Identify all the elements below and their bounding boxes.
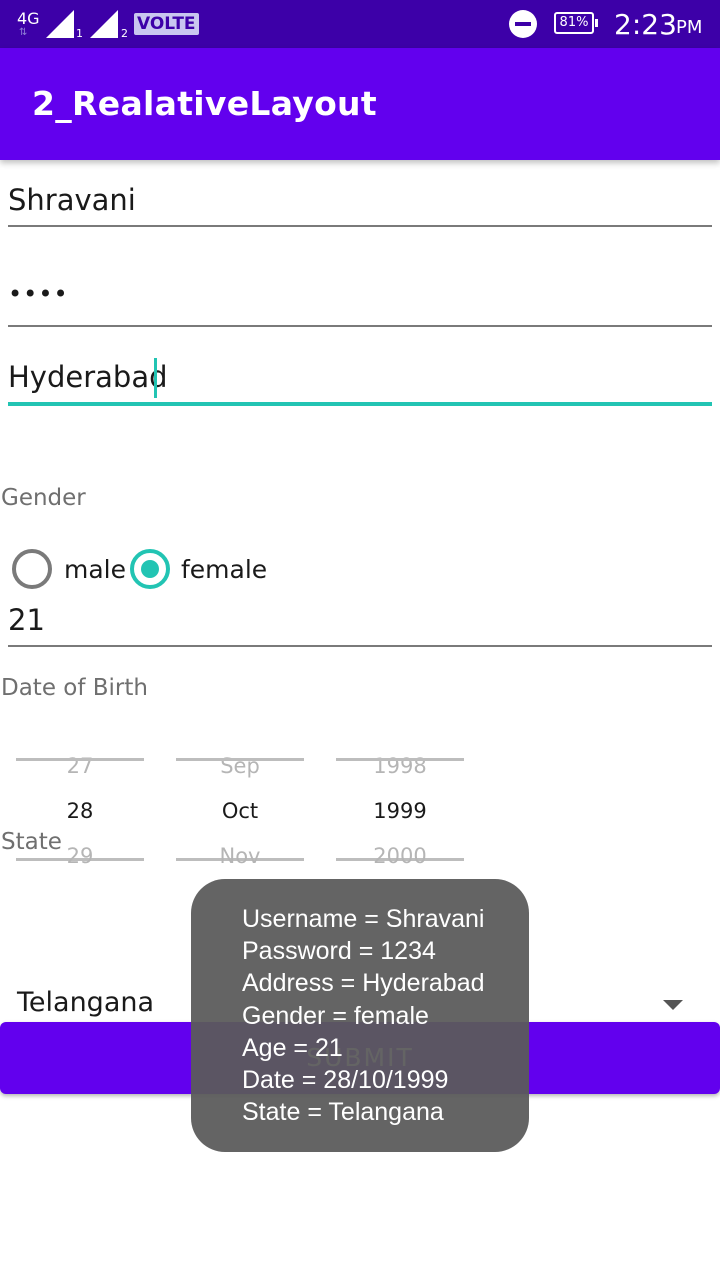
address-input[interactable]: Hyderabad (8, 358, 712, 398)
toast-line-age: Age = 21 (242, 1033, 343, 1062)
year-next[interactable]: 2000 (336, 844, 464, 868)
sim2-label: 2 (121, 27, 128, 40)
month-next[interactable]: Nov (176, 844, 304, 868)
battery-percent: 81% (559, 15, 589, 30)
status-bar: 4G ⇅ 1 2 VOLTE 81% 2:23 PM (0, 0, 720, 48)
month-divider-top (176, 758, 304, 761)
month-selected[interactable]: Oct (176, 799, 304, 823)
dropdown-arrow-icon[interactable] (663, 1000, 683, 1010)
do-not-disturb-icon (509, 10, 537, 38)
network-type: 4G (17, 9, 40, 28)
radio-female-label[interactable]: female (181, 555, 267, 584)
toast-line-address: Address = Hyderabad (242, 969, 485, 998)
toast-line-gender: Gender = female (242, 1001, 429, 1030)
username-input[interactable]: Shravani (8, 183, 712, 217)
state-spinner[interactable]: Telangana (17, 987, 154, 1018)
gender-label: Gender (1, 485, 86, 511)
signal-sim2-icon (90, 10, 118, 38)
age-underline (8, 645, 712, 647)
clock-time: 2:23 (614, 8, 677, 41)
dob-label: Date of Birth (1, 675, 148, 701)
clock-ampm: PM (676, 17, 703, 38)
address-underline (8, 402, 712, 406)
battery-icon: 81% (554, 12, 598, 34)
toast-line-password: Password = 1234 (242, 937, 436, 966)
radio-male-label[interactable]: male (64, 555, 126, 584)
day-divider-top (16, 758, 144, 761)
text-cursor (154, 358, 157, 398)
password-input[interactable]: •••• (8, 280, 712, 308)
app-title: 2_RealativeLayout (32, 84, 377, 123)
data-arrows-icon: ⇅ (19, 27, 28, 38)
state-label: State (1, 829, 62, 855)
day-selected[interactable]: 28 (16, 799, 144, 823)
signal-sim1-icon (46, 10, 74, 38)
toast-line-date: Date = 28/10/1999 (242, 1066, 449, 1095)
radio-male[interactable] (12, 549, 52, 589)
age-input[interactable]: 21 (8, 603, 712, 637)
radio-female[interactable] (130, 549, 170, 589)
sim1-label: 1 (76, 27, 83, 40)
password-underline (8, 325, 712, 327)
address-value: Hyderabad (8, 360, 168, 394)
toast-message: Username = Shravani Password = 1234 Addr… (191, 879, 529, 1152)
volte-badge: VOLTE (134, 13, 199, 35)
toast-line-username: Username = Shravani (242, 905, 485, 933)
year-divider-top (336, 758, 464, 761)
toast-line-state: State = Telangana (242, 1098, 444, 1127)
username-underline (8, 225, 712, 227)
year-selected[interactable]: 1999 (336, 799, 464, 823)
